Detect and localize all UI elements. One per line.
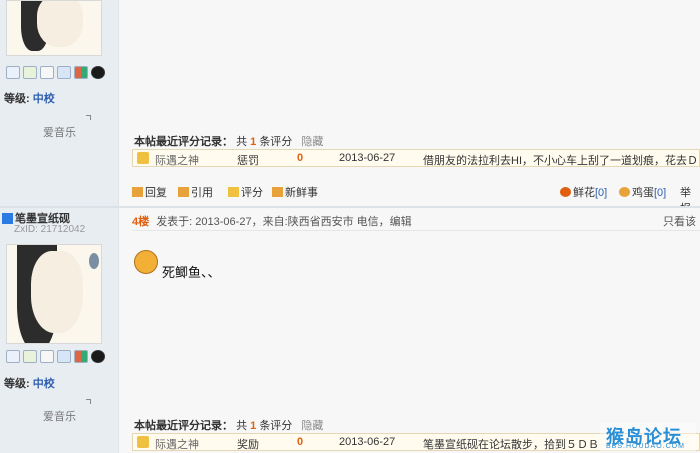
hobby-tag: 爱音乐 (43, 411, 76, 423)
post2-avatar[interactable] (6, 244, 102, 344)
rate-button[interactable]: 评分 (228, 184, 263, 200)
level-value: 中校 (32, 378, 55, 390)
post1-main (118, 0, 700, 206)
mosaic-icon[interactable] (74, 350, 88, 363)
post2-zxid: ZxID: 21712042 (14, 224, 86, 235)
rating-reason: 笔墨宣纸砚在论坛散步，拾到５ＤＢ (423, 439, 599, 451)
post2-level: 等级: 中校 (4, 378, 55, 390)
rating-action: 奖励 (237, 439, 259, 451)
corner-mark (86, 399, 91, 404)
flower-button[interactable]: 鲜花[0] (560, 184, 607, 200)
rating-date: 2013-06-27 (339, 152, 396, 164)
rating-date: 2013-06-27 (339, 436, 396, 448)
post1-rating-header: 本帖最近评分记录： 共 1 条评分 隐藏 (134, 136, 324, 148)
news-button[interactable]: 新鲜事 (272, 184, 318, 200)
quote-icon (178, 187, 189, 197)
news-icon (272, 187, 283, 197)
post2-content: 死鲫鱼、、 (162, 265, 221, 280)
flower-icon (560, 187, 571, 197)
profile-icon[interactable] (40, 66, 54, 79)
rating-hide-link[interactable]: 隐藏 (301, 420, 323, 432)
card-icon[interactable] (57, 66, 71, 79)
floor-number[interactable]: 4楼 (132, 216, 149, 228)
corner-mark (86, 115, 91, 120)
rating-score: 0 (297, 436, 304, 448)
add-friend-icon[interactable] (23, 66, 37, 79)
mail-icon[interactable] (6, 350, 20, 363)
watermark-url: BBS.HOUDAO.COM (606, 443, 685, 450)
post1-action-bar: 回复 引用 评分 新鲜事 鲜花[0] 鸡蛋[0] 举报 (132, 180, 700, 215)
profile-icon[interactable] (40, 350, 54, 363)
reply-button[interactable]: 回复 (132, 184, 167, 200)
rating-user-icon (137, 152, 149, 164)
view-author-only-link[interactable]: 只看该 (663, 213, 696, 229)
post2-user-icons (6, 350, 105, 363)
rating-user[interactable]: 际遇之神 (155, 436, 199, 452)
rate-icon (228, 187, 239, 197)
user-icon (2, 213, 13, 224)
post2-user-header: 笔墨宣纸砚 ZxID: 21712042 (0, 210, 118, 235)
level-value: 中校 (32, 93, 55, 105)
rating-score: 0 (297, 152, 304, 164)
post-meta: 发表于: 2013-06-27，来自:陕西省西安市 电信，编辑 (156, 216, 412, 228)
hobby-tag: 爱音乐 (43, 127, 76, 139)
reply-icon (132, 187, 143, 197)
rating-action: 惩罚 (237, 155, 259, 167)
qq-icon[interactable] (91, 350, 105, 363)
post2-floor-bar: 4楼 发表于: 2013-06-27，来自:陕西省西安市 电信，编辑 只看该 (132, 213, 700, 231)
rating-hide-link[interactable]: 隐藏 (301, 136, 323, 148)
egg-icon (619, 187, 630, 197)
rating-reason: 借朋友的法拉利去HI，不小心车上刮了一道划痕，花去ＤＢ６ (423, 155, 700, 167)
mosaic-icon[interactable] (74, 66, 88, 79)
crying-emoji-icon (134, 250, 158, 274)
rating-user-icon (137, 436, 149, 448)
add-friend-icon[interactable] (23, 350, 37, 363)
site-watermark: 猴岛论坛 BBS.HOUDAO.COM (600, 423, 696, 451)
post1-user-icons (6, 66, 105, 79)
post1-rating-row: 际遇之神 惩罚 0 2013-06-27 借朋友的法拉利去HI，不小心车上刮了一… (132, 149, 700, 167)
qq-icon[interactable] (91, 66, 105, 79)
post1-avatar[interactable] (6, 0, 102, 56)
rating-user[interactable]: 际遇之神 (155, 152, 199, 168)
egg-button[interactable]: 鸡蛋[0] (619, 184, 666, 200)
butterfly-icon (89, 253, 99, 269)
quote-button[interactable]: 引用 (178, 184, 213, 200)
post2-rating-header: 本帖最近评分记录： 共 1 条评分 隐藏 (134, 420, 324, 432)
post1-level: 等级: 中校 (4, 93, 55, 105)
card-icon[interactable] (57, 350, 71, 363)
mail-icon[interactable] (6, 66, 20, 79)
